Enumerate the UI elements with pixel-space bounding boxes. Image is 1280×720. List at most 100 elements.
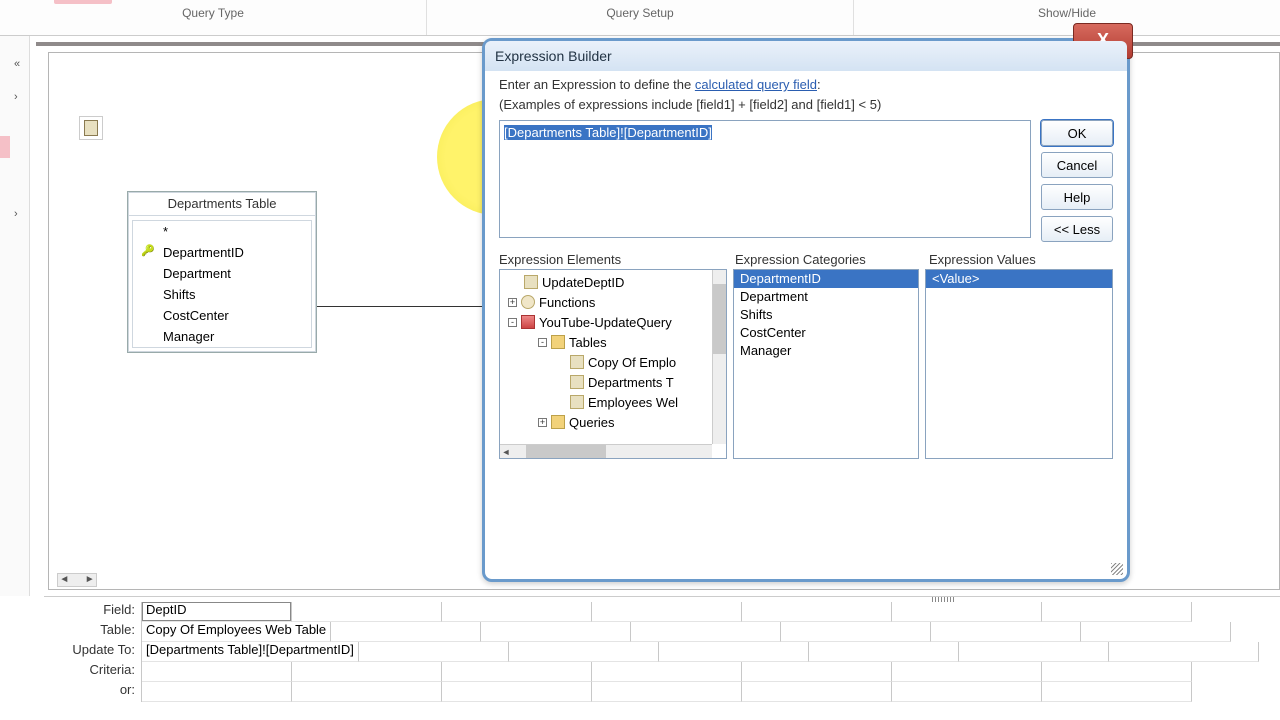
calculated-field-link[interactable]: calculated query field (695, 77, 817, 92)
expression-text: [Departments Table]![DepartmentID] (504, 125, 712, 140)
grid-cell[interactable] (292, 602, 442, 622)
label-expression-categories: Expression Categories (735, 252, 921, 267)
grid-cell-updateto-1[interactable]: [Departments Table]![DepartmentID] (142, 642, 359, 662)
folder-icon (551, 415, 565, 429)
grid-cell[interactable] (959, 642, 1109, 662)
grid-cell[interactable] (742, 682, 892, 702)
grid-cell[interactable] (442, 602, 592, 622)
grid-cell[interactable] (592, 602, 742, 622)
resize-grip-icon[interactable] (1111, 563, 1123, 575)
table-field-all[interactable]: * (133, 221, 311, 242)
grid-cell[interactable] (1081, 622, 1231, 642)
grid-cell[interactable] (142, 682, 292, 702)
table-icon (570, 375, 584, 389)
grid-cell-table-1[interactable]: Copy Of Employees Web Table (142, 622, 331, 642)
chevron-left-icon[interactable]: « (14, 58, 20, 70)
grid-cell[interactable] (509, 642, 659, 662)
help-button[interactable]: Help (1041, 184, 1113, 210)
grid-cell[interactable] (142, 662, 292, 682)
object-tab-handle[interactable] (79, 116, 103, 140)
collapse-icon-2[interactable]: - (538, 338, 547, 347)
table-field-departmentid[interactable]: DepartmentID (133, 242, 311, 263)
table-card-departments[interactable]: Departments Table * DepartmentID Departm… (127, 191, 317, 353)
ok-button[interactable]: OK (1041, 120, 1113, 146)
expand-icon-2[interactable]: + (538, 418, 547, 427)
function-icon (521, 295, 535, 309)
tree-item-db[interactable]: YouTube-UpdateQuery (539, 315, 672, 330)
table-field-department[interactable]: Department (133, 263, 311, 284)
grid-cell[interactable] (892, 662, 1042, 682)
ribbon-group-query-setup: Query Setup (427, 0, 853, 35)
grid-cell[interactable] (359, 642, 509, 662)
less-button[interactable]: << Less (1041, 216, 1113, 242)
tree-item-table-1[interactable]: Copy Of Emplo (588, 355, 676, 370)
table-field-manager[interactable]: Manager (133, 326, 311, 347)
grid-cell[interactable] (892, 602, 1042, 622)
category-manager[interactable]: Manager (734, 342, 918, 360)
folder-icon (551, 335, 565, 349)
dialog-intro: Enter an Expression to define the calcul… (499, 75, 1113, 114)
grid-cell[interactable] (809, 642, 959, 662)
category-departmentid[interactable]: DepartmentID (734, 270, 918, 288)
grid-cell[interactable] (742, 662, 892, 682)
collapse-icon[interactable]: - (508, 318, 517, 327)
cancel-button[interactable]: Cancel (1041, 152, 1113, 178)
grid-cell[interactable] (292, 682, 442, 702)
left-accent (0, 136, 10, 158)
tree-item-updatedeptid[interactable]: UpdateDeptID (542, 275, 624, 290)
relationship-line (317, 306, 495, 307)
ribbon-group-show-hide: Show/Hide (854, 0, 1280, 35)
value-item[interactable]: <Value> (926, 270, 1112, 288)
grid-cell[interactable] (442, 682, 592, 702)
canvas-hscroll[interactable]: ◄► (57, 573, 97, 587)
expression-elements-tree[interactable]: UpdateDeptID + Functions - YouTube-Updat… (499, 269, 727, 459)
grid-cell[interactable] (1109, 642, 1259, 662)
tree-item-table-2[interactable]: Departments T (588, 375, 674, 390)
grid-cell[interactable] (631, 622, 781, 642)
grid-cell[interactable] (1042, 662, 1192, 682)
label-expression-values: Expression Values (929, 252, 1113, 267)
database-icon (521, 315, 535, 329)
chevron-up-icon-2[interactable]: › (14, 208, 18, 220)
grid-cell[interactable] (931, 622, 1081, 642)
grid-cell[interactable] (292, 662, 442, 682)
tree-vscrollbar[interactable] (712, 270, 726, 444)
table-field-shifts[interactable]: Shifts (133, 284, 311, 305)
intro-example: (Examples of expressions include [field1… (499, 97, 881, 112)
grid-cell[interactable] (592, 682, 742, 702)
grid-cell[interactable] (331, 622, 481, 642)
dialog-title: Expression Builder (485, 41, 1127, 71)
grid-cell[interactable] (481, 622, 631, 642)
grid-cell[interactable] (781, 622, 931, 642)
grid-cell[interactable] (742, 602, 892, 622)
grid-cell[interactable] (442, 662, 592, 682)
grid-label-field: Field: (30, 602, 142, 622)
grid-cell[interactable] (1042, 602, 1192, 622)
label-expression-elements: Expression Elements (499, 252, 727, 267)
intro-pre: Enter an Expression to define the (499, 77, 695, 92)
category-costcenter[interactable]: CostCenter (734, 324, 918, 342)
expression-textbox[interactable]: [Departments Table]![DepartmentID] (499, 120, 1031, 238)
expression-values-list[interactable]: <Value> (925, 269, 1113, 459)
left-collapse-bar[interactable]: « › › (0, 36, 30, 596)
tree-item-tables[interactable]: Tables (569, 335, 607, 350)
expression-categories-list[interactable]: DepartmentID Department Shifts CostCente… (733, 269, 919, 459)
query-design-grid[interactable]: Field: DeptID Table: Copy Of Employees W… (30, 602, 1280, 720)
grid-cell[interactable] (892, 682, 1042, 702)
tree-item-table-3[interactable]: Employees Wel (588, 395, 678, 410)
grid-label-or: or: (30, 682, 142, 702)
chevron-up-icon[interactable]: › (14, 91, 18, 103)
grid-cell[interactable] (659, 642, 809, 662)
expand-icon[interactable]: + (508, 298, 517, 307)
grid-cell[interactable] (592, 662, 742, 682)
category-shifts[interactable]: Shifts (734, 306, 918, 324)
grid-cell-field-1[interactable]: DeptID (142, 602, 292, 622)
query-icon (524, 275, 538, 289)
table-field-costcenter[interactable]: CostCenter (133, 305, 311, 326)
tree-item-functions[interactable]: Functions (539, 295, 595, 310)
tree-hscrollbar[interactable]: ◄ (500, 444, 712, 458)
grid-cell[interactable] (1042, 682, 1192, 702)
tree-item-queries[interactable]: Queries (569, 415, 615, 430)
category-department[interactable]: Department (734, 288, 918, 306)
expression-builder-dialog: X Expression Builder Enter an Expression… (482, 38, 1130, 582)
